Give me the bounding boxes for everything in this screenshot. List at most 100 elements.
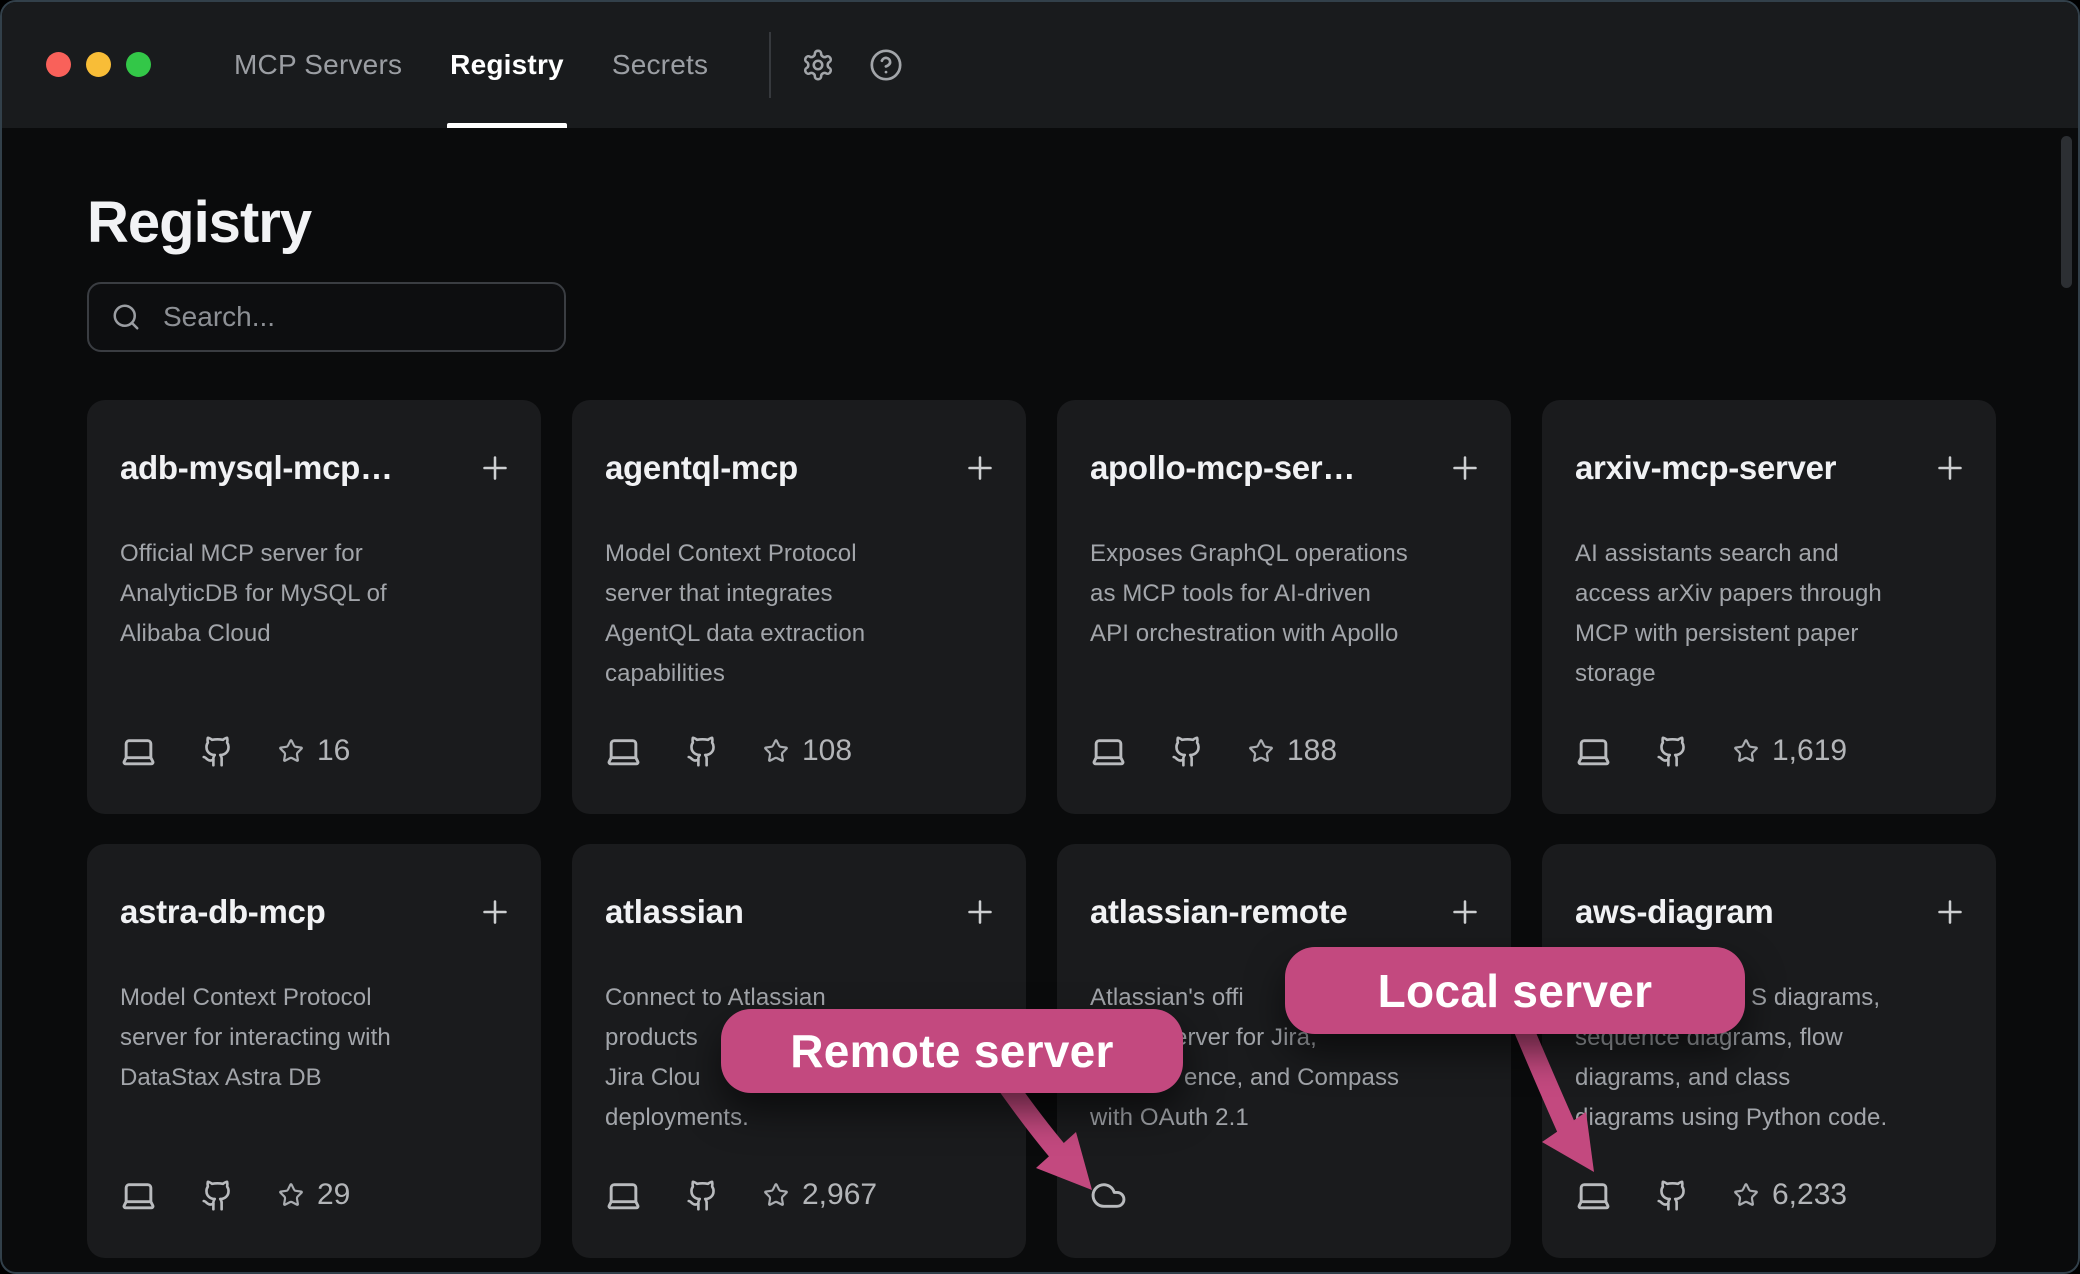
search-box	[87, 282, 566, 352]
plus-icon	[1447, 450, 1483, 486]
server-card-footer: 188	[1090, 732, 1337, 770]
server-card-title: aws-diagram	[1575, 890, 1925, 934]
tab-registry[interactable]: Registry	[450, 2, 564, 128]
laptop-icon	[1090, 733, 1127, 770]
server-card-description: AI assistants search andaccess arXiv pap…	[1575, 534, 1963, 694]
plus-icon	[477, 894, 513, 930]
star-icon	[278, 738, 304, 764]
star-count: 1,619	[1733, 734, 1847, 768]
card-description-line: server for interacting with	[120, 1018, 508, 1058]
star-count-value: 108	[802, 734, 852, 768]
server-card-footer: 108	[605, 732, 852, 770]
card-description-line: AnalyticDB for MySQL of	[120, 574, 508, 614]
github-icon[interactable]	[1171, 735, 1204, 768]
server-card-footer	[1090, 1176, 1127, 1214]
plus-icon	[1447, 894, 1483, 930]
add-server-button[interactable]	[477, 894, 513, 930]
card-description-line: Model Context Protocol	[605, 534, 993, 574]
github-icon[interactable]	[686, 1179, 719, 1212]
laptop-icon	[120, 1177, 157, 1214]
search-input[interactable]	[161, 300, 542, 334]
github-icon[interactable]	[201, 735, 234, 768]
registry-grid: adb-mysql-mcp… Official MCP server forAn…	[87, 400, 1997, 1258]
tab-secrets[interactable]: Secrets	[612, 2, 708, 128]
star-count: 6,233	[1733, 1178, 1847, 1212]
add-server-button[interactable]	[962, 450, 998, 486]
annotation-remote-server-badge: Remote server	[721, 1009, 1183, 1093]
github-icon[interactable]	[686, 735, 719, 768]
card-description-line: DataStax Astra DB	[120, 1058, 508, 1098]
add-server-button[interactable]	[1447, 894, 1483, 930]
close-window-button[interactable]	[46, 52, 71, 77]
server-card-title: atlassian-remote	[1090, 890, 1440, 934]
server-card[interactable]: aws-diagram S diagrams,sequence diagrams…	[1542, 844, 1996, 1258]
app-window: MCP Servers Registry Secrets Registry ad…	[0, 0, 2080, 1274]
star-count: 108	[763, 734, 852, 768]
card-description-line: API orchestration with Apollo	[1090, 614, 1478, 654]
star-count: 188	[1248, 734, 1337, 768]
plus-icon	[962, 894, 998, 930]
add-server-button[interactable]	[962, 894, 998, 930]
laptop-icon	[1575, 733, 1612, 770]
star-icon	[763, 738, 789, 764]
card-description-line: with OAuth 2.1	[1090, 1098, 1478, 1138]
server-card-description: Model Context Protocolserver that integr…	[605, 534, 993, 694]
star-count-value: 16	[317, 734, 350, 768]
plus-icon	[477, 450, 513, 486]
page-title: Registry	[87, 189, 311, 256]
server-card-title: agentql-mcp	[605, 446, 955, 490]
github-icon[interactable]	[201, 1179, 234, 1212]
server-card-title: arxiv-mcp-server	[1575, 446, 1925, 490]
github-icon[interactable]	[1656, 735, 1689, 768]
minimize-window-button[interactable]	[86, 52, 111, 77]
star-count: 2,967	[763, 1178, 877, 1212]
main-nav-tabs: MCP Servers Registry Secrets	[234, 2, 708, 128]
card-description-line: as MCP tools for AI-driven	[1090, 574, 1478, 614]
server-card-title: atlassian	[605, 890, 955, 934]
server-card-description: Model Context Protocolserver for interac…	[120, 978, 508, 1098]
tab-mcp-servers[interactable]: MCP Servers	[234, 2, 402, 128]
star-count: 29	[278, 1178, 350, 1212]
card-description-line: AgentQL data extraction	[605, 614, 993, 654]
star-count-value: 188	[1287, 734, 1337, 768]
card-description-line: Official MCP server for	[120, 534, 508, 574]
server-card-title: adb-mysql-mcp…	[120, 446, 470, 490]
server-card[interactable]: arxiv-mcp-server AI assistants search an…	[1542, 400, 1996, 814]
add-server-button[interactable]	[477, 450, 513, 486]
star-count-value: 2,967	[802, 1178, 877, 1212]
server-card-footer: 1,619	[1575, 732, 1847, 770]
annotation-local-server-label: Local server	[1378, 964, 1653, 1018]
titlebar: MCP Servers Registry Secrets	[2, 2, 2078, 128]
server-card[interactable]: apollo-mcp-ser… Exposes GraphQL operatio…	[1057, 400, 1511, 814]
scrollbar-thumb[interactable]	[2061, 136, 2072, 288]
add-server-button[interactable]	[1932, 894, 1968, 930]
server-card[interactable]: astra-db-mcp Model Context Protocolserve…	[87, 844, 541, 1258]
add-server-button[interactable]	[1447, 450, 1483, 486]
server-card-title: apollo-mcp-ser…	[1090, 446, 1440, 490]
zoom-window-button[interactable]	[126, 52, 151, 77]
laptop-icon	[605, 1177, 642, 1214]
card-description-line: Alibaba Cloud	[120, 614, 508, 654]
question-mark-circle-icon	[869, 48, 903, 82]
window-controls	[46, 52, 151, 77]
server-card-footer: 29	[120, 1176, 350, 1214]
server-card[interactable]: adb-mysql-mcp… Official MCP server forAn…	[87, 400, 541, 814]
card-description-line: Model Context Protocol	[120, 978, 508, 1018]
github-icon[interactable]	[1656, 1179, 1689, 1212]
star-count-value: 1,619	[1772, 734, 1847, 768]
add-server-button[interactable]	[1932, 450, 1968, 486]
plus-icon	[1932, 894, 1968, 930]
annotation-local-server-badge: Local server	[1285, 947, 1745, 1034]
help-button[interactable]	[869, 48, 903, 82]
gear-icon	[801, 48, 835, 82]
card-description-line: S diagrams,	[1751, 978, 1963, 1018]
titlebar-divider	[769, 32, 771, 98]
plus-icon	[962, 450, 998, 486]
card-description-line: Exposes GraphQL operations	[1090, 534, 1478, 574]
laptop-icon	[120, 733, 157, 770]
card-description-line: ence, and Compass	[1184, 1058, 1478, 1098]
server-card[interactable]: agentql-mcp Model Context Protocolserver…	[572, 400, 1026, 814]
search-icon	[111, 302, 141, 332]
settings-button[interactable]	[801, 48, 835, 82]
card-description-line: server that integrates	[605, 574, 993, 614]
